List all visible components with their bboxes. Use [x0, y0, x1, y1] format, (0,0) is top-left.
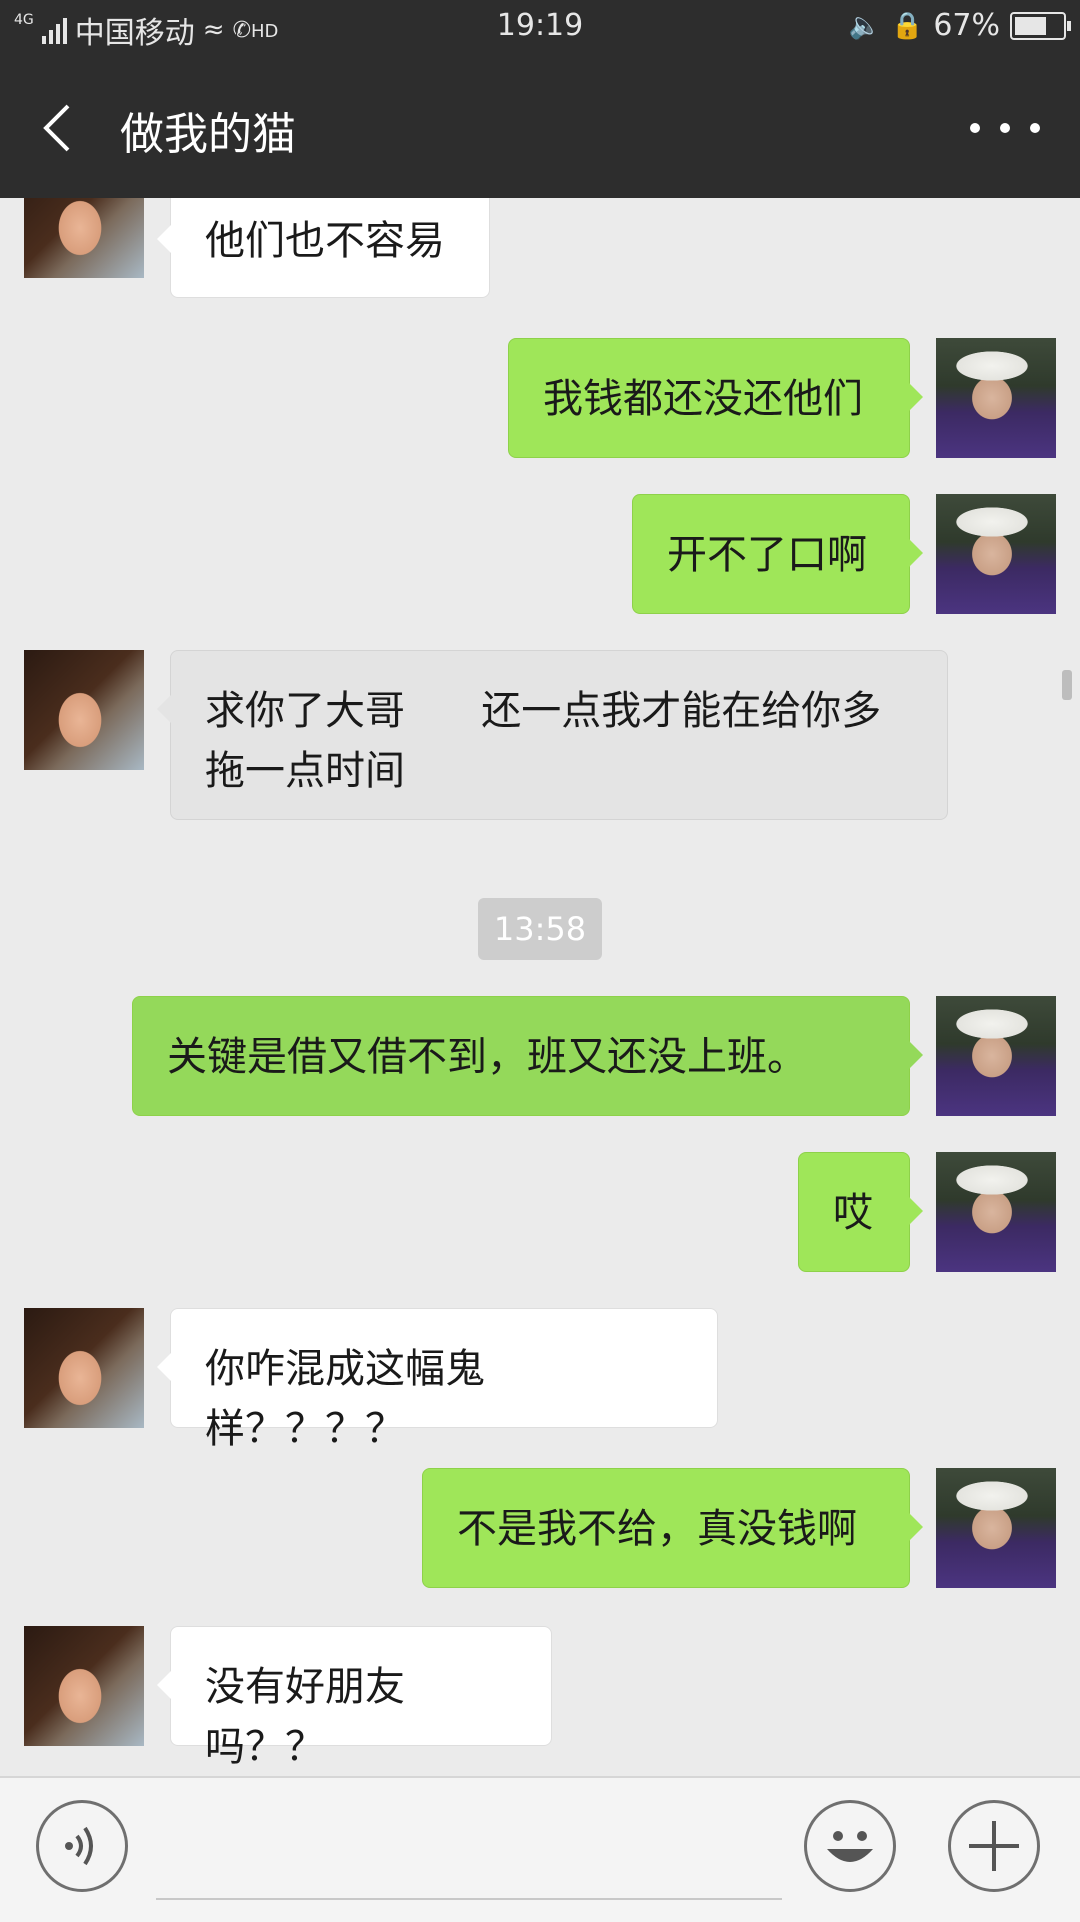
- scroll-indicator: [1062, 670, 1072, 700]
- chevron-left-icon: [43, 104, 70, 152]
- more-button[interactable]: [970, 108, 1040, 148]
- input-bar: [0, 1776, 1080, 1922]
- message-bubble[interactable]: 关键是借又借不到，班又还没上班。: [132, 996, 923, 1116]
- back-button[interactable]: [38, 98, 78, 158]
- chat-title: 做我的猫: [120, 109, 296, 160]
- more-dot: [1030, 123, 1040, 133]
- user-avatar[interactable]: [936, 996, 1056, 1116]
- user-avatar[interactable]: [936, 494, 1056, 614]
- message-bubble[interactable]: 他们也不容易: [157, 198, 490, 298]
- battery-icon: [1010, 11, 1071, 40]
- user-avatar[interactable]: [936, 1468, 1056, 1588]
- message-bubble[interactable]: 我钱都还没还他们: [508, 338, 923, 458]
- vibrate-icon: 🔈: [848, 10, 881, 41]
- timestamp: 13:58: [478, 898, 602, 960]
- user-avatar[interactable]: [936, 338, 1056, 458]
- message-bubble[interactable]: 哎: [798, 1152, 923, 1272]
- contact-avatar[interactable]: [24, 1626, 144, 1746]
- message-bubble[interactable]: 你咋混成这幅鬼样？？？？: [157, 1308, 718, 1452]
- battery-percent: 67%: [933, 8, 1000, 43]
- status-bar: 4G 中国移动 ≈ ✆HD 19:19 🔈 🔒 67%: [0, 0, 1080, 56]
- contact-avatar[interactable]: [24, 1308, 144, 1428]
- plus-icon: [969, 1821, 1019, 1871]
- message-bubble[interactable]: 开不了口啊: [632, 494, 923, 614]
- chat-header: 做我的猫: [0, 56, 1080, 198]
- user-avatar[interactable]: [936, 1152, 1056, 1272]
- more-dot: [1000, 123, 1010, 133]
- message-bubble[interactable]: 没有好朋友吗？？: [157, 1626, 552, 1770]
- voice-button[interactable]: [36, 1800, 128, 1892]
- message-bubble[interactable]: 求你了大哥 还一点我才能在给你多拖一点时间: [157, 650, 948, 820]
- message-input[interactable]: [156, 1804, 782, 1900]
- plus-button[interactable]: [948, 1800, 1040, 1892]
- rotation-lock-icon: 🔒: [890, 10, 924, 41]
- contact-avatar[interactable]: [24, 198, 144, 278]
- contact-avatar[interactable]: [24, 650, 144, 770]
- more-dot: [970, 123, 980, 133]
- status-right: 🔈 🔒 67%: [848, 8, 1071, 43]
- emoji-icon: [827, 1831, 873, 1862]
- message-bubble[interactable]: 不是我不给，真没钱啊: [422, 1468, 923, 1588]
- voice-icon: [65, 1826, 93, 1866]
- emoji-button[interactable]: [804, 1800, 896, 1892]
- message-list[interactable]: 他们也不容易 我钱都还没还他们 开不了口啊 求你了大哥 还一点我才能在给你多拖一…: [0, 198, 1080, 1776]
